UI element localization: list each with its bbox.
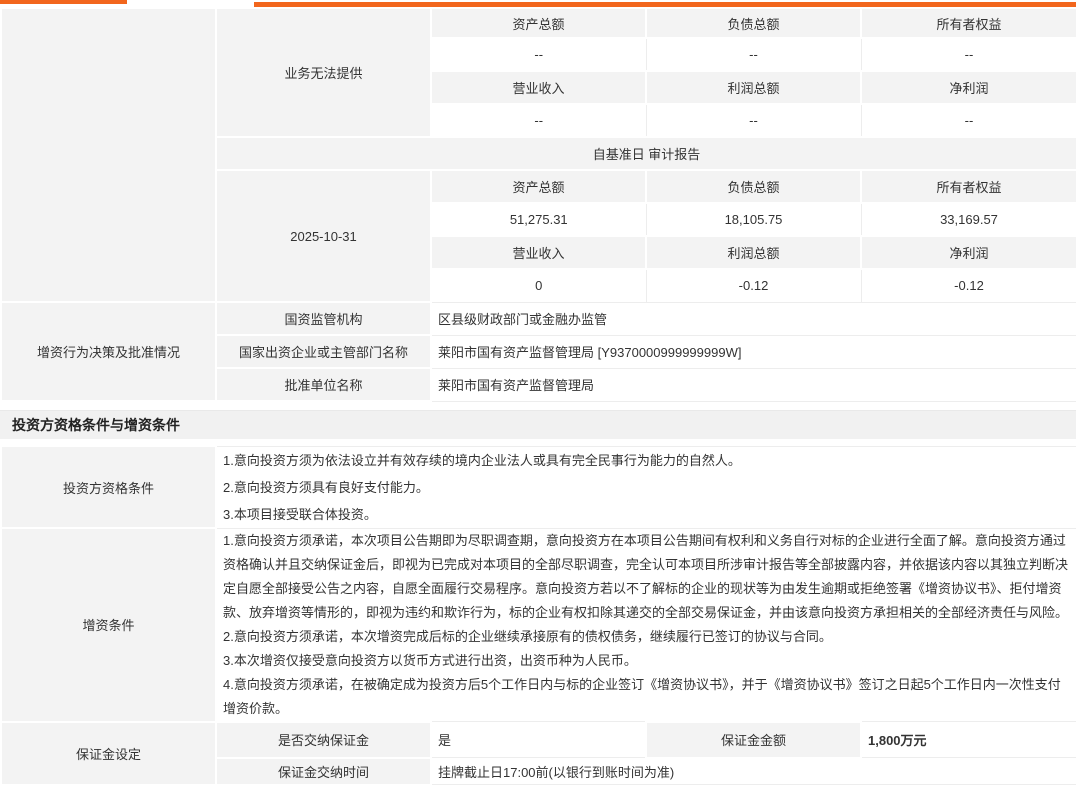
value-sasac-authority: 区县级财政部门或金融办监管: [431, 302, 1076, 335]
header-net-profit-2: 净利润: [861, 236, 1076, 269]
top-accent-right-segment: [254, 2, 1076, 7]
header-total-assets: 资产总额: [431, 8, 646, 38]
header-total-liabilities: 负债总额: [646, 8, 861, 38]
financial-and-approval-table: 业务无法提供 资产总额 负债总额 所有者权益 -- -- -- 营业收入 利润总…: [0, 7, 1076, 402]
value-operating-revenue-na: --: [431, 104, 646, 137]
deposit-time-value: 挂牌截止日17:00前(以银行到账时间为准): [431, 758, 1076, 785]
top-accent-bar: [0, 0, 1076, 7]
header-operating-revenue-2: 营业收入: [431, 236, 646, 269]
label-state-funded-enterprise: 国家出资企业或主管部门名称: [216, 335, 431, 368]
value-total-profit: -0.12: [646, 269, 861, 302]
base-date-cell: 2025-10-31: [216, 170, 431, 302]
header-total-liabilities-2: 负债总额: [646, 170, 861, 203]
capital-increase-label: 增资条件: [1, 528, 216, 722]
section-header-bar: 投资方资格条件与增资条件: [0, 410, 1076, 439]
business-unavailable-cell: 业务无法提供: [216, 8, 431, 137]
value-approving-unit: 莱阳市国有资产监督管理局: [431, 368, 1076, 401]
qualification-content: 1.意向投资方须为依法设立并有效存续的境内企业法人或具有完全民事行为能力的自然人…: [216, 446, 1076, 528]
value-total-liabilities-na: --: [646, 38, 861, 71]
top-accent-left-segment: [0, 0, 127, 4]
qualification-label: 投资方资格条件: [1, 446, 216, 528]
capital-increase-content: 1.意向投资方须承诺，本次项目公告期即为尽职调查期，意向投资方在本项目公告期间有…: [216, 528, 1076, 722]
value-operating-revenue: 0: [431, 269, 646, 302]
capital-increase-clause: 2.意向投资方须承诺，本次增资完成后标的企业继续承接原有的债权债务，继续履行已签…: [223, 625, 1071, 649]
value-total-profit-na: --: [646, 104, 861, 137]
value-owner-equity-na: --: [861, 38, 1076, 71]
value-net-profit: -0.12: [861, 269, 1076, 302]
deposit-pay-label: 是否交纳保证金: [216, 722, 431, 758]
section-header-title: 投资方资格条件与增资条件: [12, 417, 180, 433]
header-net-profit: 净利润: [861, 71, 1076, 104]
header-total-assets-2: 资产总额: [431, 170, 646, 203]
left-section-spacer-cell: [1, 8, 216, 302]
capital-increase-clause: 4.意向投资方须承诺，在被确定成为投资方后5个工作日内与标的企业签订《增资协议书…: [223, 673, 1071, 721]
conditions-table: 投资方资格条件 1.意向投资方须为依法设立并有效存续的境内企业法人或具有完全民事…: [0, 445, 1076, 786]
qualification-line: 1.意向投资方须为依法设立并有效存续的境内企业法人或具有完全民事行为能力的自然人…: [223, 447, 1071, 474]
capital-increase-clause: 1.意向投资方须承诺，本次项目公告期即为尽职调查期，意向投资方在本项目公告期间有…: [223, 529, 1071, 625]
header-total-profit: 利润总额: [646, 71, 861, 104]
approval-section-label: 增资行为决策及批准情况: [1, 302, 216, 401]
value-total-liabilities: 18,105.75: [646, 203, 861, 236]
value-owner-equity: 33,169.57: [861, 203, 1076, 236]
deposit-time-label: 保证金交纳时间: [216, 758, 431, 785]
value-state-funded-enterprise: 莱阳市国有资产监督管理局 [Y9370000999999999W]: [431, 335, 1076, 368]
header-total-profit-2: 利润总额: [646, 236, 861, 269]
deposit-amount-value: 1,800万元: [861, 722, 1076, 758]
deposit-pay-value: 是: [431, 722, 646, 758]
value-total-assets: 51,275.31: [431, 203, 646, 236]
header-owner-equity: 所有者权益: [861, 8, 1076, 38]
label-sasac-authority: 国资监管机构: [216, 302, 431, 335]
qualification-line: 3.本项目接受联合体投资。: [223, 501, 1071, 528]
label-approving-unit: 批准单位名称: [216, 368, 431, 401]
qualification-line: 2.意向投资方须具有良好支付能力。: [223, 474, 1071, 501]
value-total-assets-na: --: [431, 38, 646, 71]
value-net-profit-na: --: [861, 104, 1076, 137]
header-owner-equity-2: 所有者权益: [861, 170, 1076, 203]
header-operating-revenue: 营业收入: [431, 71, 646, 104]
deposit-amount-label: 保证金金额: [646, 722, 861, 758]
audit-report-banner: 自基准日 审计报告: [216, 137, 1076, 170]
capital-increase-clause: 3.本次增资仅接受意向投资方以货币方式进行出资，出资币种为人民币。: [223, 649, 1071, 673]
deposit-section-label: 保证金设定: [1, 722, 216, 785]
